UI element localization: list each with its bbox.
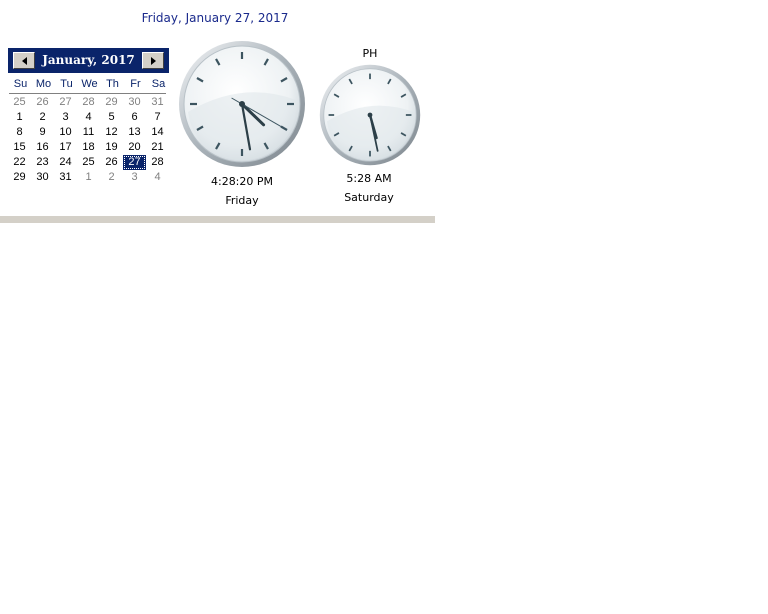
calendar-day[interactable]: 30 [123, 95, 146, 110]
month-calendar[interactable]: January, 2017 Su Mo Tu We Th Fr Sa 25 26 27 28 29 3… [8, 48, 169, 185]
clock-panel: Friday, January 27, 2017 January, 2017 S… [0, 0, 435, 216]
calendar-day[interactable]: 1 [8, 110, 31, 125]
calendar-day[interactable]: 28 [77, 95, 100, 110]
calendar-day[interactable]: 31 [146, 95, 169, 110]
weekday-label: Mo [35, 78, 52, 90]
world-analog-clock [319, 64, 421, 166]
clock-center-cap [239, 101, 245, 107]
calendar-day[interactable]: 1 [77, 170, 100, 185]
weekday-label: We [81, 78, 98, 90]
calendar-day[interactable]: 5 [100, 110, 123, 125]
weekday-label: Tu [60, 78, 73, 90]
clock-center-cap [367, 112, 373, 118]
calendar-day-selected[interactable]: 27 [123, 155, 146, 170]
weekday-label: Th [106, 78, 119, 90]
local-time-text: 4:28:20 PM [210, 175, 274, 188]
calendar-day[interactable]: 4 [146, 170, 169, 185]
calendar-day[interactable]: 29 [100, 95, 123, 110]
calendar-day[interactable]: 2 [31, 110, 54, 125]
calendar-day[interactable]: 2 [100, 170, 123, 185]
weekday-header-row: Su Mo Tu We Th Fr Sa [9, 76, 166, 94]
calendar-day[interactable]: 3 [123, 170, 146, 185]
calendar-day[interactable]: 26 [31, 95, 54, 110]
date-heading: Friday, January 27, 2017 [141, 11, 289, 25]
world-day-text: Saturday [344, 191, 394, 204]
calendar-day[interactable]: 21 [146, 140, 169, 155]
local-analog-clock [179, 41, 305, 167]
calendar-days-grid: 25 26 27 28 29 30 31 1 2 3 4 5 6 7 8 9 10 11 12 13 14 15 16 17 1… [8, 95, 169, 185]
calendar-day[interactable]: 18 [77, 140, 100, 155]
next-month-button[interactable] [142, 52, 164, 69]
calendar-day[interactable]: 20 [123, 140, 146, 155]
calendar-day[interactable]: 28 [146, 155, 169, 170]
world-time-text: 5:28 AM [346, 172, 392, 185]
calendar-day[interactable]: 23 [31, 155, 54, 170]
calendar-day[interactable]: 9 [31, 125, 54, 140]
calendar-day[interactable]: 19 [100, 140, 123, 155]
calendar-day[interactable]: 12 [100, 125, 123, 140]
calendar-day[interactable]: 16 [31, 140, 54, 155]
local-day-text: Friday [225, 194, 259, 207]
calendar-day[interactable]: 30 [31, 170, 54, 185]
calendar-day[interactable]: 10 [54, 125, 77, 140]
weekday-label: Sa [151, 78, 166, 90]
arrow-right-icon [150, 56, 156, 65]
calendar-day[interactable]: 8 [8, 125, 31, 140]
weekday-label: Su [13, 78, 28, 90]
calendar-day[interactable]: 25 [8, 95, 31, 110]
calendar-day[interactable]: 31 [54, 170, 77, 185]
calendar-day[interactable]: 4 [77, 110, 100, 125]
calendar-day[interactable]: 11 [77, 125, 100, 140]
calendar-day[interactable]: 27 [54, 95, 77, 110]
calendar-day[interactable]: 25 [77, 155, 100, 170]
calendar-day[interactable]: 17 [54, 140, 77, 155]
calendar-day[interactable]: 26 [100, 155, 123, 170]
calendar-day[interactable]: 14 [146, 125, 169, 140]
calendar-day[interactable]: 13 [123, 125, 146, 140]
calendar-day[interactable]: 6 [123, 110, 146, 125]
calendar-day[interactable]: 24 [54, 155, 77, 170]
calendar-day[interactable]: 3 [54, 110, 77, 125]
calendar-day[interactable]: 15 [8, 140, 31, 155]
weekday-label: Fr [130, 78, 141, 90]
calendar-day[interactable]: 29 [8, 170, 31, 185]
panel-bottom-border [0, 216, 435, 223]
world-clock-zone-label: PH [362, 47, 378, 60]
calendar-day[interactable]: 7 [146, 110, 169, 125]
calendar-header: January, 2017 [8, 48, 169, 73]
calendar-day[interactable]: 22 [8, 155, 31, 170]
